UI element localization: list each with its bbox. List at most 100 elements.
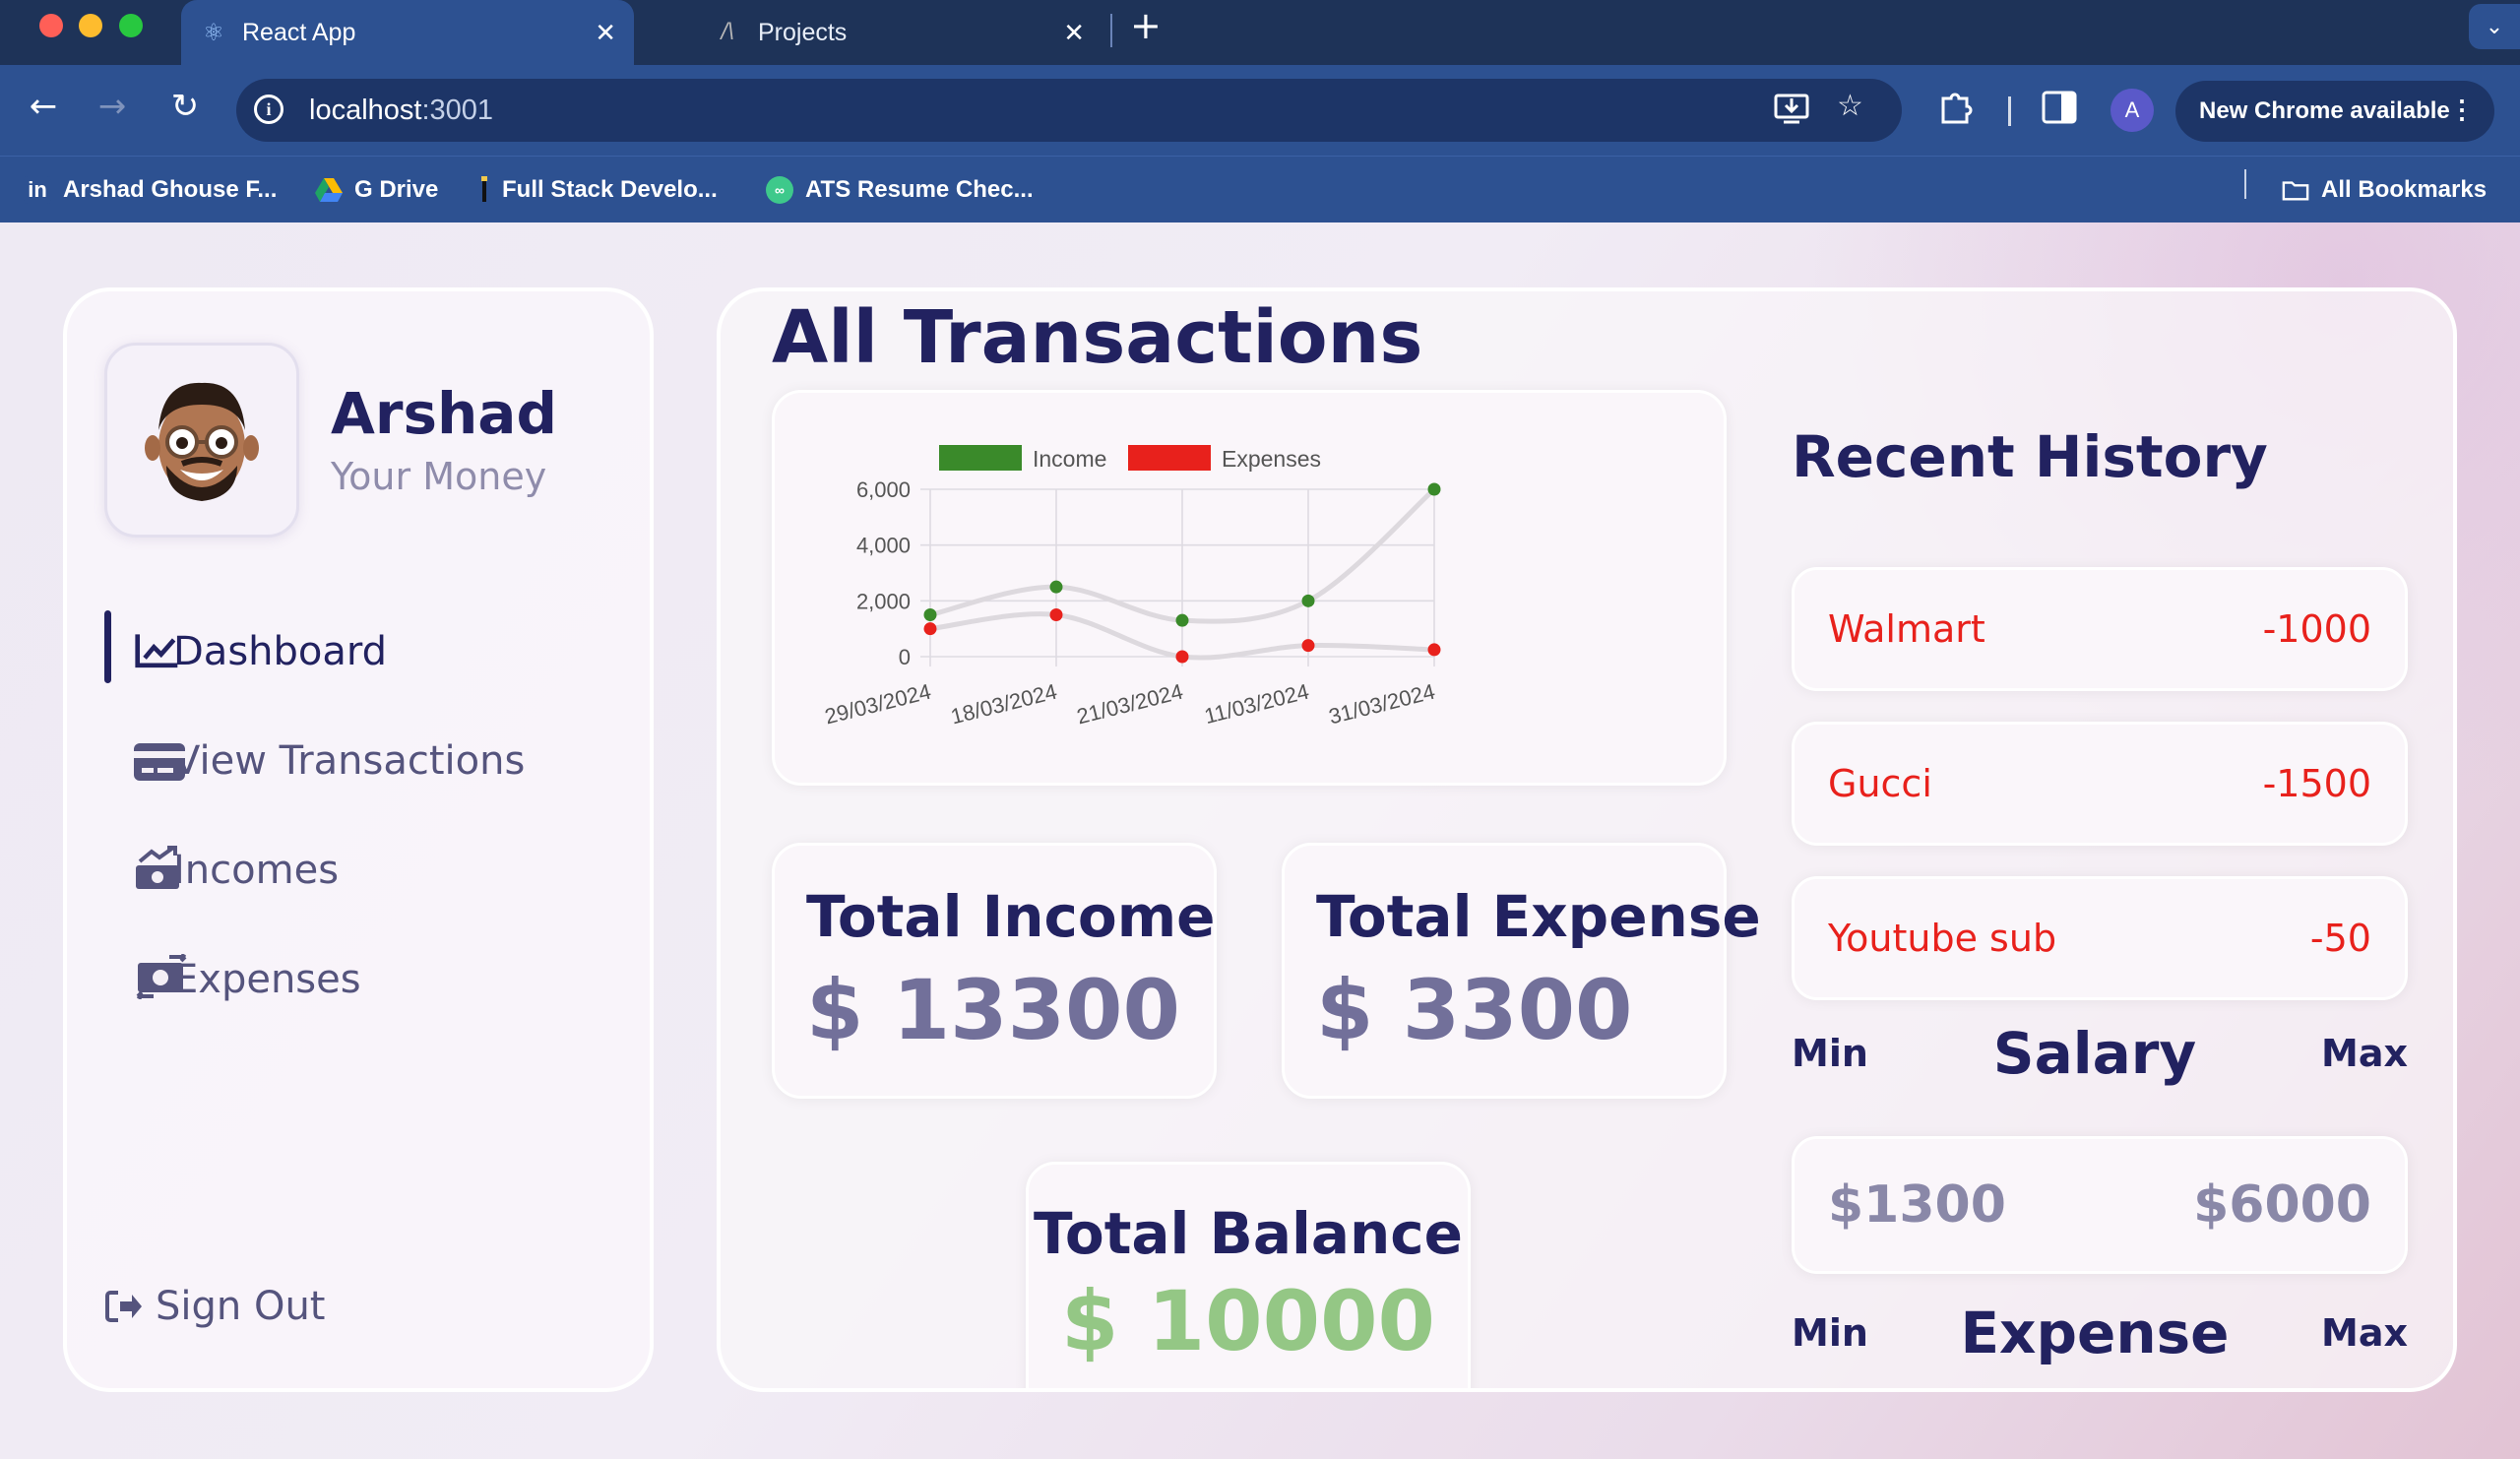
total-income-card: Total Income $ 13300 [772,843,1217,1099]
ats-icon: ∞ [766,176,793,204]
bookmark-label: G Drive [354,176,439,203]
sidebar-item-view-transactions[interactable]: View Transactions [104,706,636,815]
bookmark-star-icon[interactable]: ☆ [1837,89,1863,123]
browser-tabstrip: ⚛ React App ✕ /\ Projects ✕ + ⌄ [0,0,2520,65]
history-item-name: Gucci [1828,762,1932,805]
salary-range-header: Min Salary Max [1792,1020,2408,1087]
main-content: All Transactions 0 2,000 4,000 6,000 29/03/2… [717,287,2457,1392]
chart-line-icon [135,634,178,668]
salary-max-value: $6000 [2193,1175,2371,1235]
google-drive-icon [315,176,343,204]
transactions-line-chart: 0 2,000 4,000 6,000 29/03/2024 18/03/2024 21/0… [822,445,1441,730]
transactions-chart-card: 0 2,000 4,000 6,000 29/03/2024 18/03/2024 21/0… [772,390,1727,786]
back-button[interactable]: ← [20,87,67,126]
close-tab-icon[interactable]: ✕ [1063,18,1085,48]
total-balance-card: Total Balance $ 10000 [1026,1162,1471,1388]
address-bar[interactable]: i localhost:3001 ☆ [236,79,1902,142]
legend-swatch [1128,445,1211,471]
bookmarks-separator [2244,169,2246,199]
minimize-window-button[interactable] [79,14,102,37]
x-tick-label: 11/03/2024 [1202,679,1311,730]
sidebar-item-expenses[interactable]: Expenses [104,924,636,1034]
forward-button[interactable]: → [89,87,136,126]
sidebar-item-label: Expenses [173,956,361,1002]
bookmark-label: ATS Resume Chec... [805,176,1034,203]
bookmark-linkedin[interactable]: in Arshad Ghouse F... [24,170,277,210]
bookmark-label: Arshad Ghouse F... [63,176,278,203]
tab-title: React App [242,18,356,46]
sidebar-item-label: View Transactions [173,737,526,784]
sign-out-button[interactable]: Sign Out [104,1284,325,1329]
history-item: Walmart -1000 [1792,567,2408,691]
expense-min-label: Min [1792,1311,1868,1355]
data-point [923,622,937,636]
close-window-button[interactable] [39,14,63,37]
bookmark-g-drive[interactable]: G Drive [315,170,438,210]
bookmarks-bar: in Arshad Ghouse F... G Drive Full Stack… [0,156,2520,222]
side-panel-icon[interactable] [2042,91,2077,132]
avatar [104,343,299,538]
expense-max-label: Max [2321,1311,2408,1355]
y-tick-label: 0 [899,645,911,669]
total-income-value: $ 13300 [806,962,1180,1058]
salary-max-label: Max [2321,1032,2408,1075]
sign-out-label: Sign Out [156,1284,326,1329]
new-tab-button[interactable]: + [1130,4,1162,47]
folder-icon [2282,176,2309,204]
bookmark-full-stack[interactable]: Full Stack Develo... [478,170,718,210]
salary-min-value: $1300 [1828,1175,2006,1235]
more-menu-icon[interactable]: ⋮ [2449,95,2475,125]
credit-card-icon [134,743,185,781]
sidebar-item-incomes[interactable]: Incomes [104,815,636,924]
chrome-update-button[interactable]: New Chrome available ⋮ [2175,81,2494,142]
total-balance-value: $ 10000 [1061,1273,1435,1369]
reload-button[interactable]: ↻ [161,87,209,126]
history-item-amount: -50 [2309,917,2371,960]
sign-out-icon [105,1291,142,1322]
profile-name: Arshad [331,380,557,447]
data-point [1301,594,1315,607]
fullscreen-window-button[interactable] [119,14,143,37]
data-point [1049,608,1063,621]
y-tick-label: 4,000 [856,534,911,558]
all-bookmarks-button[interactable]: All Bookmarks [2282,170,2487,210]
legend-label: Income [1033,446,1106,472]
x-tick-label: 31/03/2024 [1326,679,1437,730]
tab-react-app[interactable]: ⚛ React App ✕ [181,0,634,65]
history-item-name: Youtube sub [1828,917,2057,960]
bookmark-ats-resume[interactable]: ∞ ATS Resume Chec... [766,170,1034,210]
tab-title: Projects [758,18,848,46]
data-point [1175,613,1189,627]
data-point [1301,639,1315,653]
sidebar-item-dashboard[interactable]: Dashboard [104,597,636,706]
install-app-icon[interactable] [1774,93,1809,134]
tab-projects[interactable]: /\ Projects ✕ [650,0,1102,65]
page-title: All Transactions [772,295,1423,380]
url-text[interactable]: localhost:3001 [309,95,493,127]
chrome-update-label: New Chrome available [2199,97,2450,124]
expense-range-title: Expense [1960,1300,2230,1366]
expense-range-header: Min Expense Max [1792,1300,2408,1366]
data-point [923,608,937,621]
close-tab-icon[interactable]: ✕ [595,18,616,48]
data-point [1427,482,1441,496]
salary-range-box: $1300 $6000 [1792,1136,2408,1274]
history-item-amount: -1500 [2262,762,2371,805]
sidebar-item-label: Dashboard [173,628,388,674]
sidebar-item-label: Incomes [173,847,340,893]
x-tick-label: 29/03/2024 [822,679,933,730]
tab-separator [1110,14,1112,47]
sidebar-menu: Dashboard View Transactions Incomes Expe… [104,597,636,1034]
extensions-icon[interactable] [1937,89,1975,134]
bookmark-label: Full Stack Develo... [502,176,718,203]
site-info-icon[interactable]: i [254,95,284,124]
salary-title: Salary [1992,1020,2197,1087]
x-tick-label: 21/03/2024 [1074,679,1185,730]
profile-avatar[interactable]: A [2110,89,2154,132]
total-expense-card: Total Expense $ 3300 [1282,843,1761,1099]
browser-toolbar: ← → ↻ i localhost:3001 ☆ A New Chrome av… [0,65,2520,156]
tab-search-chevron-icon[interactable]: ⌄ [2469,4,2520,49]
sidebar: Arshad Your Money Dashboard View Transac… [63,287,654,1392]
legend-label: Expenses [1222,446,1321,472]
total-expense-value: $ 3300 [1316,962,1633,1058]
